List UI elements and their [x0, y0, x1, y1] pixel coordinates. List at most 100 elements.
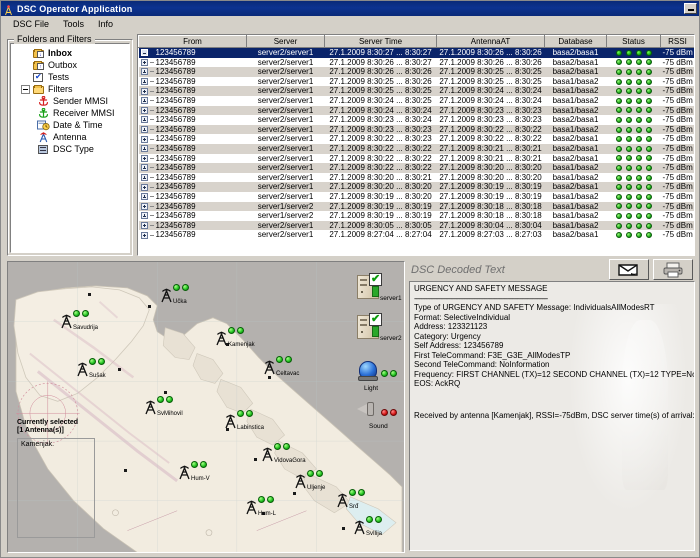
tree-item-sender-mmsi[interactable]: Sender MMSI	[13, 95, 127, 107]
messages-table-panel[interactable]: From Server Server Time AntennaAT Database St…	[137, 34, 695, 256]
decoded-text-body[interactable]: URGENCY AND SAFETY MESSAGE -------------…	[409, 281, 695, 551]
tree-item-outbox[interactable]: ↑ Outbox	[13, 59, 127, 71]
table-row[interactable]: 123456789 server2/server1 27.1.2009 8:30:2…	[139, 134, 695, 144]
cell-status	[606, 105, 661, 116]
col-dsc-type[interactable]: DSC Type	[695, 36, 696, 48]
folders-tree[interactable]: ↓Inbox↑OutboxTestsFiltersSender MMSIRece…	[10, 43, 130, 253]
row-expand-icon[interactable]	[140, 212, 148, 220]
row-expand-icon[interactable]	[140, 87, 148, 95]
antenna-led	[285, 356, 292, 363]
status-led	[635, 78, 642, 85]
table-row[interactable]: 123456789 server2/server1 27.1.2009 8:30:2…	[139, 77, 695, 87]
menu-info[interactable]: Info	[92, 18, 121, 30]
row-collapse-icon[interactable]	[140, 49, 148, 57]
table-row[interactable]: 123456789 server2/server1 27.1.2009 8:30:2…	[138, 124, 694, 135]
row-expand-icon[interactable]	[140, 97, 148, 105]
col-status[interactable]: Status	[606, 35, 661, 48]
cell-rssi: -75 dBm	[660, 163, 694, 173]
tree-item-date-time[interactable]: Date & Time	[13, 119, 127, 131]
tree-item-tests[interactable]: Tests	[13, 71, 127, 83]
row-expand-icon[interactable]	[140, 68, 148, 76]
table-row[interactable]: 123456789 server2/server1 27.1.2009 8:30:2…	[139, 95, 695, 106]
cell-rssi: -75 dBm	[660, 86, 694, 96]
antenna-led	[166, 396, 173, 403]
col-from[interactable]: From	[138, 35, 247, 48]
col-rssi[interactable]: RSSI	[660, 35, 694, 48]
cell-status	[606, 47, 661, 58]
status-led	[615, 232, 622, 239]
row-expand-icon[interactable]	[140, 231, 148, 239]
table-body[interactable]: 123456789 server2/server1 27.1.2009 8:30:2…	[138, 47, 696, 240]
antenna-status-dots	[228, 327, 246, 336]
cell-database: basa1/basa2	[552, 95, 599, 105]
row-expand-icon[interactable]	[140, 183, 148, 191]
menu-dsc-file[interactable]: DSC File	[7, 18, 57, 30]
antenna-label: VidovaGora	[274, 458, 306, 464]
col-database[interactable]: Database	[544, 35, 607, 48]
decoded-line: Second TeleCommand: NoInformation	[414, 360, 550, 369]
minimize-button[interactable]	[684, 3, 697, 14]
tree-item-antenna[interactable]: Antenna	[13, 131, 127, 143]
tree-item-inbox[interactable]: ↓ Inbox	[13, 47, 127, 59]
table-row[interactable]: 123456789 server2/server1 27.1.2009 8:30:2…	[138, 163, 696, 173]
row-expand-icon[interactable]	[140, 164, 148, 172]
cell-from: 123456789	[139, 211, 247, 221]
col-server[interactable]: Server	[246, 35, 325, 48]
cell-dsc-type: Routine	[695, 173, 696, 183]
col-server-time[interactable]: Server Time	[324, 35, 437, 48]
tree-item-label: Receiver MMSI	[53, 107, 115, 118]
row-expand-icon[interactable]	[140, 58, 148, 66]
row-expand-icon[interactable]	[140, 135, 148, 143]
table-row[interactable]: 123456789 server1/server2 27.1.2009 8:30:1…	[138, 201, 694, 212]
table-row[interactable]: 123456789 server2/server1 27.1.2009 8:30:2…	[138, 182, 694, 192]
table-row[interactable]: 123456789 server1/server2 27.1.2009 8:30:1…	[139, 211, 695, 221]
tree-item-dsc-type[interactable]: DSC Type	[13, 143, 127, 155]
row-expand-icon[interactable]	[140, 106, 148, 114]
cell-server-time: 27.1.2009 8:30:26 ... 8:30:27	[329, 57, 432, 67]
cell-dsc-type: UrgencyAndSafety	[695, 67, 696, 77]
cell-dsc-type: Distress	[695, 106, 696, 116]
antenna-status-dots	[191, 461, 209, 470]
tree-item-receiver-mmsi[interactable]: Receiver MMSI	[13, 107, 127, 119]
selected-antenna-list[interactable]: Kamenjak.	[17, 438, 95, 538]
table-row[interactable]: 123456789 server2/server1 27.1.2009 8:30:2…	[138, 105, 696, 116]
table-row[interactable]: 123456789 server2/server1 27.1.2009 8:27:0…	[139, 230, 695, 240]
collapse-icon[interactable]	[21, 84, 30, 94]
tree-line	[149, 148, 154, 150]
row-expand-icon[interactable]	[140, 221, 148, 229]
row-expand-icon[interactable]	[140, 202, 148, 210]
decoded-line: Type of URGENCY AND SAFETY Message: Indi…	[414, 303, 655, 312]
table-row[interactable]: 123456789 server2/server1 27.1.2009 8:30:2…	[139, 173, 696, 183]
status-led	[625, 193, 632, 200]
led-green	[381, 370, 388, 377]
row-expand-icon[interactable]	[140, 78, 148, 86]
table-row[interactable]: 123456789 server2/server1 27.1.2009 8:30:2…	[139, 154, 695, 164]
table-row[interactable]: 123456789 server2/server1 27.1.2009 8:30:2…	[139, 57, 695, 68]
table-row[interactable]: 123456789 server2/server1 27.1.2009 8:30:0…	[138, 220, 694, 231]
status-led	[635, 155, 642, 162]
row-expand-icon[interactable]	[140, 174, 148, 182]
cell-dsc-type: Distress	[695, 163, 696, 173]
light-leds	[381, 364, 399, 382]
row-expand-icon[interactable]	[140, 145, 148, 153]
menu-tools[interactable]: Tools	[57, 18, 92, 30]
table-row[interactable]: 123456789 server2/server1 27.1.2009 8:30:2…	[139, 115, 695, 125]
tree-item-filters[interactable]: Filters	[13, 83, 127, 95]
send-mail-button[interactable]	[609, 259, 649, 280]
col-antenna-at[interactable]: AntennaAT	[436, 35, 545, 48]
row-expand-icon[interactable]	[140, 154, 148, 162]
table-row[interactable]: 123456789 server2/server1 27.1.2009 8:30:2…	[138, 67, 696, 77]
table-row[interactable]: 123456789 server2/server1 27.1.2009 8:30:2…	[138, 143, 694, 154]
table-row[interactable]: 123456789 server2/server1 27.1.2009 8:30:1…	[139, 192, 696, 202]
row-expand-icon[interactable]	[140, 116, 148, 124]
cell-server-time: 27.1.2009 8:30:22 ... 8:30:22	[324, 163, 437, 173]
cell-database: basa1/basa2	[544, 105, 607, 116]
antenna-map-panel[interactable]: Savudrija Učka Kamenjak Sušak Celtavac SvMiho…	[7, 261, 405, 553]
cell-dsc-type: UrgencyAndSafety	[695, 192, 696, 202]
row-expand-icon[interactable]	[140, 126, 148, 134]
print-button[interactable]	[653, 259, 693, 280]
row-expand-icon[interactable]	[140, 193, 148, 201]
status-led	[625, 184, 632, 191]
table-row[interactable]: 123456789 server2/server1 27.1.2009 8:30:2…	[138, 47, 694, 58]
table-row[interactable]: 123456789 server2/server1 27.1.2009 8:30:2…	[138, 86, 694, 96]
